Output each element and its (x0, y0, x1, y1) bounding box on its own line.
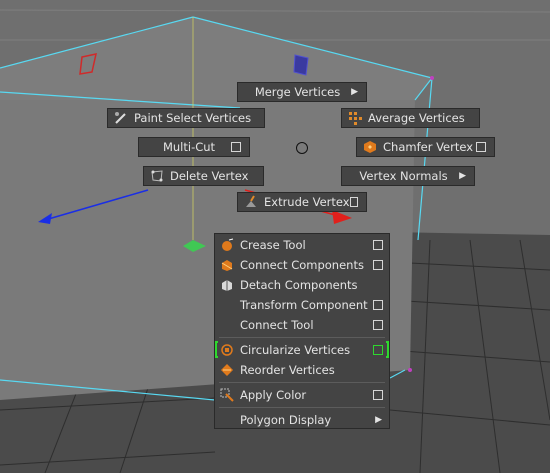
multi-cut-label: Multi-Cut (162, 140, 216, 154)
average-vertices-button[interactable]: Average Vertices (341, 108, 480, 128)
crease-tool-option-box[interactable] (373, 240, 383, 250)
menu-separator (219, 407, 385, 408)
polygon-display-label: Polygon Display (240, 413, 332, 427)
transform-component-option-box[interactable] (373, 300, 383, 310)
reorder-vertices-icon (220, 363, 234, 377)
apply-color-option-box[interactable] (373, 390, 383, 400)
submenu-arrow-icon: ▶ (351, 87, 358, 97)
vertex-normals-label: Vertex Normals (359, 169, 448, 183)
menu-item-connect-tool[interactable]: Connect Tool (215, 316, 389, 334)
delete-vertex-label: Delete Vertex (170, 169, 249, 183)
circularize-vertices-icon (220, 343, 234, 357)
vertex-normals-button[interactable]: Vertex Normals ▶ (341, 166, 475, 186)
highlight-bracket-left (215, 341, 218, 358)
chamfer-vertex-option-box[interactable] (476, 142, 486, 152)
connect-components-icon (220, 258, 234, 272)
crease-tool-label: Crease Tool (240, 238, 306, 252)
connect-tool-option-box[interactable] (373, 320, 383, 330)
merge-vertices-label: Merge Vertices (254, 85, 341, 99)
average-vertices-icon (348, 111, 362, 125)
connect-components-option-box[interactable] (373, 260, 383, 270)
polygon-display-icon (220, 413, 234, 427)
highlight-bracket-right (386, 341, 389, 358)
menu-item-detach-components[interactable]: Detach Components (215, 276, 389, 294)
connect-tool-label: Connect Tool (240, 318, 314, 332)
paint-select-vertices-button[interactable]: Paint Select Vertices (107, 108, 265, 128)
menu-item-connect-components[interactable]: Connect Components (215, 256, 389, 274)
circularize-vertices-label: Circularize Vertices (240, 343, 351, 357)
transform-component-icon (220, 298, 234, 312)
crease-tool-icon (220, 238, 234, 252)
extrude-vertex-icon (244, 195, 258, 209)
context-menu: Crease Tool Connect Components Detach Co… (214, 233, 390, 429)
menu-separator (219, 337, 385, 338)
chamfer-vertex-label: Chamfer Vertex (383, 140, 474, 154)
multi-cut-option-box[interactable] (231, 142, 241, 152)
apply-color-label: Apply Color (240, 388, 307, 402)
merge-vertices-button[interactable]: Merge Vertices ▶ (237, 82, 367, 102)
paint-select-vertices-label: Paint Select Vertices (134, 111, 252, 125)
menu-item-transform-component[interactable]: Transform Component (215, 296, 389, 314)
menu-item-apply-color[interactable]: Apply Color (215, 386, 389, 404)
paint-select-icon (114, 111, 128, 125)
chamfer-vertex-button[interactable]: Chamfer Vertex (356, 137, 495, 157)
average-vertices-label: Average Vertices (368, 111, 465, 125)
reorder-vertices-label: Reorder Vertices (240, 363, 335, 377)
menu-item-polygon-display[interactable]: Polygon Display ▶ (215, 411, 389, 429)
connect-tool-icon (220, 318, 234, 332)
extrude-vertex-label: Extrude Vertex (264, 195, 350, 209)
connect-components-label: Connect Components (240, 258, 364, 272)
menu-item-crease-tool[interactable]: Crease Tool (215, 236, 389, 254)
delete-vertex-button[interactable]: Delete Vertex (143, 166, 264, 186)
detach-components-label: Detach Components (240, 278, 358, 292)
submenu-arrow-icon: ▶ (459, 171, 466, 181)
delete-vertex-icon (150, 169, 164, 183)
menu-item-reorder-vertices[interactable]: Reorder Vertices (215, 361, 389, 379)
detach-components-icon (220, 278, 234, 292)
extrude-vertex-option-box[interactable] (349, 197, 358, 207)
transform-component-label: Transform Component (240, 298, 368, 312)
apply-color-icon (220, 388, 234, 402)
menu-separator (219, 382, 385, 383)
menu-item-circularize-vertices[interactable]: Circularize Vertices (215, 341, 389, 359)
extrude-vertex-button[interactable]: Extrude Vertex (237, 192, 367, 212)
chamfer-vertex-icon (363, 140, 377, 154)
circularize-vertices-option-box[interactable] (373, 345, 383, 355)
multi-cut-button[interactable]: Multi-Cut (138, 137, 250, 157)
submenu-arrow-icon: ▶ (375, 415, 382, 425)
